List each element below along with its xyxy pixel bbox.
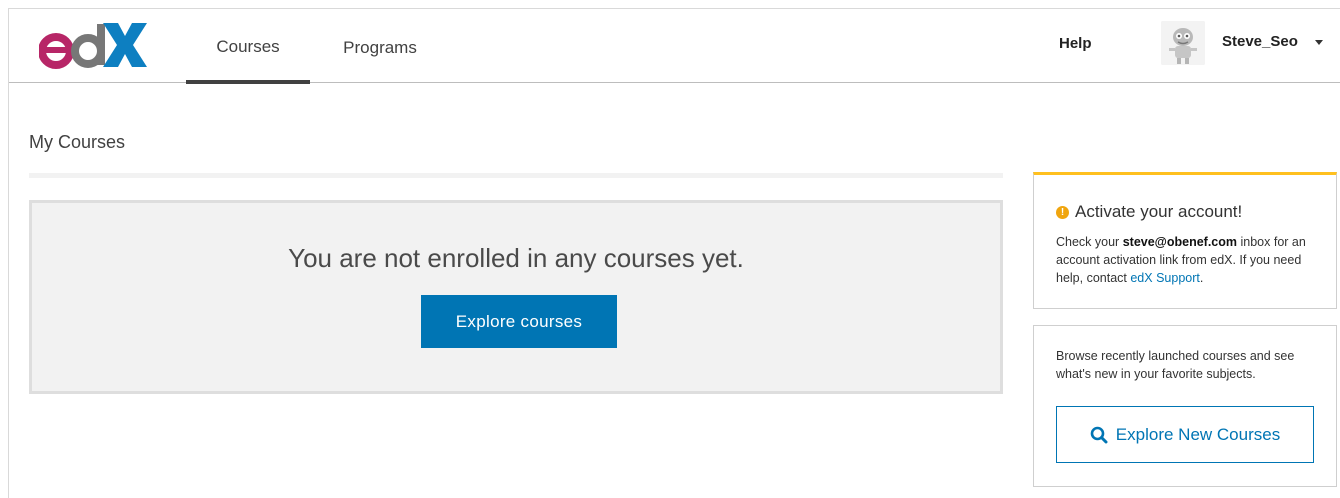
explore-new-courses-label: Explore New Courses (1115, 424, 1281, 444)
tab-courses[interactable]: Courses (186, 9, 310, 84)
edx-support-link[interactable]: edX Support (1130, 271, 1200, 285)
explore-courses-button[interactable]: Explore courses (421, 295, 617, 348)
tab-programs[interactable]: Programs (325, 9, 435, 83)
edx-logo-mark (38, 23, 147, 69)
help-link[interactable]: Help (1059, 35, 1092, 52)
chevron-down-icon[interactable] (1315, 40, 1323, 45)
page-frame: Courses Programs Help Steve_Seo My Cours… (8, 8, 1340, 498)
activate-email: steve@obenef.com (1122, 235, 1238, 249)
warning-icon: ! (1056, 205, 1069, 219)
tab-courses-label: Courses (216, 36, 280, 56)
avatar[interactable] (1161, 21, 1205, 65)
explore-new-courses-button[interactable]: Explore New Courses (1056, 406, 1314, 463)
activate-text-end: . (1199, 271, 1204, 285)
avatar-image (1161, 21, 1205, 65)
activate-message: Check your steve@obenef.com inbox for an… (1056, 233, 1326, 287)
edx-logo[interactable] (38, 23, 149, 69)
empty-courses-message: You are not enrolled in any courses yet. (288, 243, 744, 273)
page-title: My Courses (29, 132, 126, 152)
browse-message: Browse recently launched courses and see… (1056, 349, 1295, 381)
activate-title-text: Activate your account! (1075, 202, 1243, 221)
activate-account-notice: ! Activate your account! Check your stev… (1033, 172, 1337, 309)
empty-courses-panel: You are not enrolled in any courses yet.… (29, 200, 1003, 394)
browse-courses-panel: Browse recently launched courses and see… (1033, 325, 1337, 487)
activate-title: ! Activate your account! (1056, 202, 1242, 222)
top-header: Courses Programs Help Steve_Seo (9, 9, 1340, 84)
title-divider (29, 173, 1003, 178)
activate-text-before: Check your (1056, 235, 1123, 249)
tab-programs-label: Programs (343, 38, 417, 57)
search-icon (1090, 426, 1108, 443)
username-menu[interactable]: Steve_Seo (1222, 33, 1298, 50)
